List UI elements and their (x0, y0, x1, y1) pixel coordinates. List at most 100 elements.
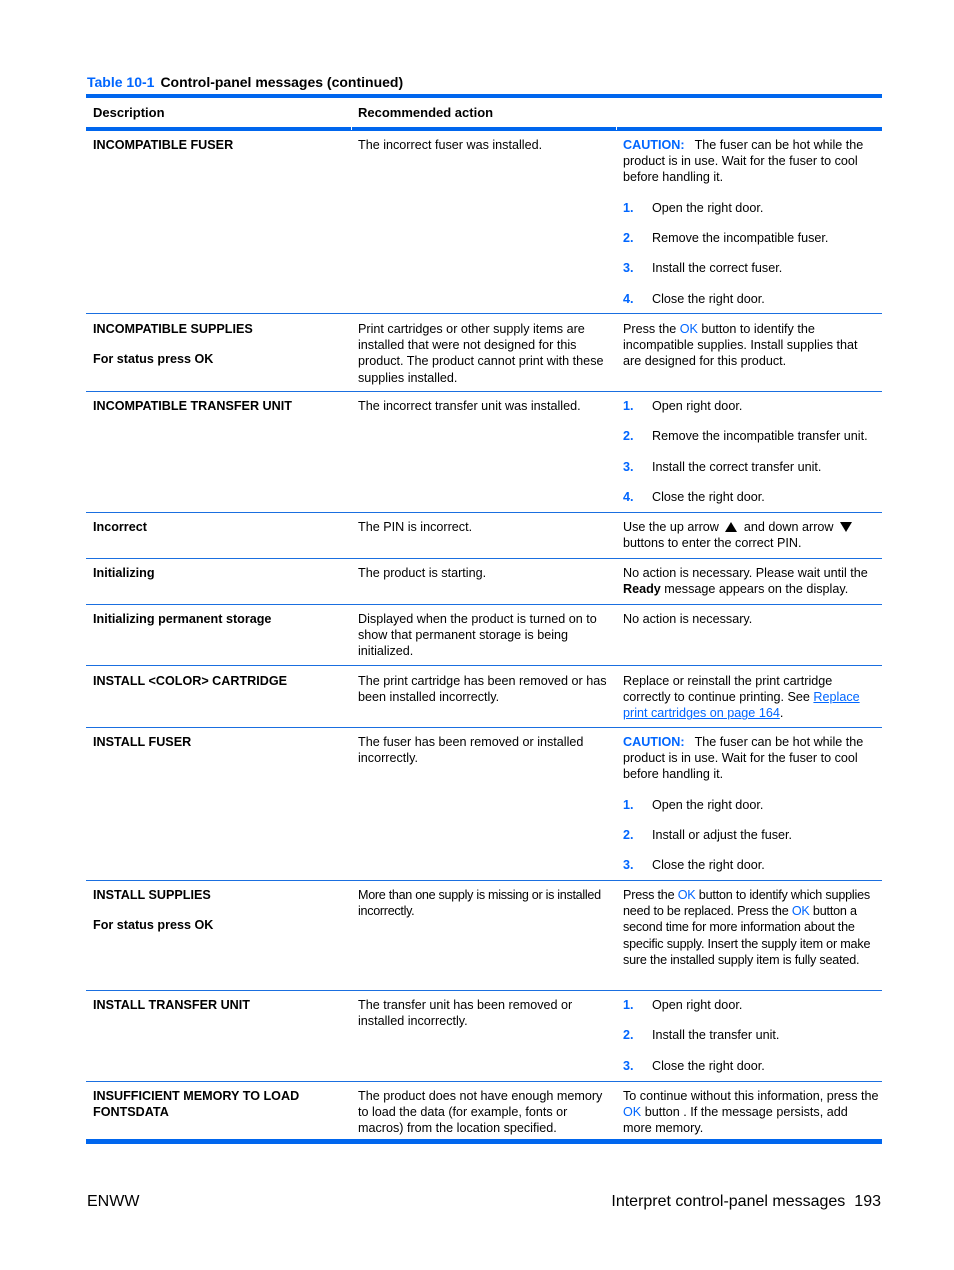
row-divider (86, 665, 882, 666)
step-text: Open right door. (652, 998, 743, 1012)
row-description: INCOMPATIBLE FUSER (93, 138, 234, 152)
row-divider (86, 558, 882, 559)
step-text: Install the correct fuser. (652, 261, 783, 276)
row-divider (86, 391, 882, 392)
row-description: Initializing permanent storage (93, 612, 272, 626)
row-divider (86, 1081, 882, 1082)
row-cause: The print cartridge has been removed or … (358, 674, 607, 705)
row-cause: Displayed when the product is turned on … (358, 612, 597, 659)
row-cause: The PIN is incorrect. (358, 520, 473, 534)
step-number: 3. (623, 858, 634, 873)
row-divider (86, 990, 882, 991)
step-number: 2. (623, 1028, 634, 1043)
row-cause: The fuser has been removed or installed … (358, 735, 584, 766)
action-text: message appears on the display. (660, 582, 849, 597)
step-text: Close the right door. (652, 291, 765, 306)
caution-label: CAUTION: (623, 735, 685, 749)
step-number: 1. (623, 399, 634, 413)
step-text: Open the right door. (652, 200, 764, 215)
table-caption: Table 10-1 Control-panel messages (contin… (87, 74, 403, 90)
row-description: INSTALL <COLOR> CARTRIDGE (93, 674, 288, 688)
caution-note: CAUTION: The fuser can be hot while the p… (623, 734, 879, 783)
down-arrow-icon (840, 522, 853, 532)
ok-button-ref: OK (679, 322, 698, 336)
row-cause: The product does not have enough memory … (358, 1089, 603, 1136)
row-cause: The incorrect fuser was installed. (358, 138, 543, 152)
step: 1. Open the right door. (623, 200, 879, 216)
action-text: Use the up arrow (623, 520, 719, 534)
step-text: Close the right door. (652, 490, 765, 505)
row-action: Replace or reinstall the print cartridge… (623, 673, 879, 722)
column-separator (616, 127, 617, 130)
step: 1. Open right door. (623, 997, 879, 1013)
row-action: Press the OK button to identify the inco… (623, 321, 879, 370)
step-number: 1. (623, 998, 634, 1012)
caution-note: CAUTION: The fuser can be hot while the p… (623, 137, 879, 186)
table-top-rule (86, 94, 882, 98)
row-description: INSTALL SUPPLIES For status press OK (93, 887, 343, 933)
step-text: Install the transfer unit. (652, 1028, 780, 1043)
step-number: 4. (623, 490, 634, 505)
step-list: 1. Open the right door. 2. Remove the inco… (623, 200, 879, 307)
action-text: Press the (623, 322, 680, 336)
step: 2. Install or adjust the fuser. (623, 827, 879, 843)
row-action: 1. Open right door. 2. Install the transfe… (623, 997, 879, 1074)
up-arrow-icon (725, 522, 738, 532)
footer-section: Interpret control-panel messages 193 (611, 1193, 881, 1211)
ok-button-ref: OK (677, 888, 696, 902)
row-cause: The incorrect transfer unit was installe… (358, 399, 581, 413)
step: 2. Install the transfer unit. (623, 1027, 879, 1043)
step-number: 2. (623, 429, 634, 444)
row-action: Use the up arrow and down arrow buttons … (623, 519, 879, 551)
ready-message: Ready (623, 582, 661, 597)
footer-locale: ENWW (87, 1193, 140, 1210)
row-description: INSUFFICIENT MEMORY TO LOAD FONTSDATA (93, 1089, 300, 1120)
row-divider (86, 880, 882, 881)
header-bottom-rule (86, 127, 882, 131)
row-action: Press the OK button to identify which su… (623, 887, 879, 968)
ok-button-ref: OK (791, 904, 810, 919)
step: 1. Open right door. (623, 398, 879, 414)
step-list: 1. Open right door. 2. Install the transfe… (623, 997, 879, 1074)
step-number: 1. (623, 797, 634, 812)
footer-section-title: Interpret control-panel messages (611, 1193, 846, 1210)
step-text: Remove the incompatible fuser. (652, 231, 829, 245)
action-text: No action is necessary. Please wait unti… (623, 566, 868, 580)
row-description: INSTALL FUSER (93, 735, 192, 749)
row-description: Incorrect (93, 520, 147, 534)
table-number: Table 10-1 (87, 74, 155, 90)
row-action: No action is necessary. Please wait unti… (623, 565, 879, 597)
description-title: INCOMPATIBLE SUPPLIES (93, 322, 253, 336)
header-recommended-action: Recommended action (358, 105, 494, 120)
action-text: . (779, 706, 784, 721)
row-action: To continue without this information, pr… (623, 1088, 879, 1137)
action-text: Press the (623, 888, 678, 902)
step-text: Close the right door. (652, 858, 765, 873)
step-text: Remove the incompatible transfer unit. (652, 429, 868, 444)
action-text: buttons to enter the correct PIN. (623, 536, 802, 551)
page-number: 193 (854, 1193, 881, 1210)
row-cause: The transfer unit has been removed or in… (358, 998, 573, 1029)
step-text: Install the correct transfer unit. (652, 459, 822, 474)
step-number: 2. (623, 231, 634, 245)
step: 2. Remove the incompatible transfer unit. (623, 428, 879, 444)
step-number: 1. (623, 200, 634, 215)
step-text: Open right door. (652, 399, 743, 413)
action-text: To continue without this information, pr… (623, 1089, 879, 1103)
action-text: Replace or reinstall the print cartridge… (623, 674, 833, 705)
action-text: and down arrow (743, 520, 834, 534)
column-separator (351, 127, 352, 130)
description-subtitle: For status press OK (93, 918, 214, 933)
row-description: INSTALL TRANSFER UNIT (93, 998, 250, 1012)
step-number: 3. (623, 261, 634, 276)
row-action: CAUTION: The fuser can be hot while the p… (623, 734, 879, 874)
step: 2. Remove the incompatible fuser. (623, 230, 879, 246)
step: 4. Close the right door. (623, 291, 879, 307)
step: 1. Open the right door. (623, 797, 879, 813)
step: 3. Close the right door. (623, 1058, 879, 1074)
row-description: INCOMPATIBLE SUPPLIES For status press O… (93, 321, 343, 367)
row-divider (86, 727, 882, 728)
description-title: INSTALL SUPPLIES (93, 888, 211, 902)
row-divider (86, 604, 882, 605)
row-description: INCOMPATIBLE TRANSFER UNIT (93, 399, 292, 413)
